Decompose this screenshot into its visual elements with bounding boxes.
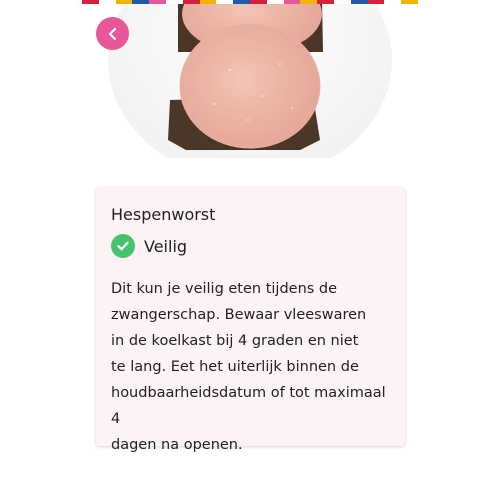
safety-status-label: Veilig [144,236,188,256]
check-circle-icon [111,234,135,258]
food-photo [0,0,500,158]
safety-status: Veilig [111,233,187,259]
flag-strip-segment [283,0,301,4]
meat-slice-front [179,23,321,149]
flag-strip-segment [165,0,183,4]
flag-strip-segment [233,0,250,4]
flag-strip-segment [384,0,402,4]
chevron-left-icon [108,27,116,40]
flag-strip-segment [216,0,234,4]
food-title: Hespenworst [111,205,216,224]
flag-strip-segment [249,0,267,4]
flag-strip-segment [199,0,217,4]
flag-color-strip [82,0,418,4]
flag-strip-segment [401,0,418,4]
hespenworst-photo-illustration [108,0,392,158]
flag-strip-segment [98,0,116,4]
food-info-card: Hespenworst Veilig Dit kun je veilig ete… [96,187,405,453]
flag-strip-segment [182,0,200,4]
flag-strip-segment [115,0,133,4]
flag-strip-segment [317,0,334,4]
flag-strip-segment [132,0,150,4]
flag-strip-segment [350,0,368,4]
flag-strip-segment [82,0,99,4]
food-description: Dit kun je veilig eten tijdens de zwange… [111,281,386,453]
flag-strip-segment [266,0,284,4]
flag-strip-segment [333,0,351,4]
flag-strip-segment [300,0,318,4]
flag-strip-segment [367,0,385,4]
flag-strip-segment [149,0,166,4]
back-button[interactable] [96,17,129,50]
